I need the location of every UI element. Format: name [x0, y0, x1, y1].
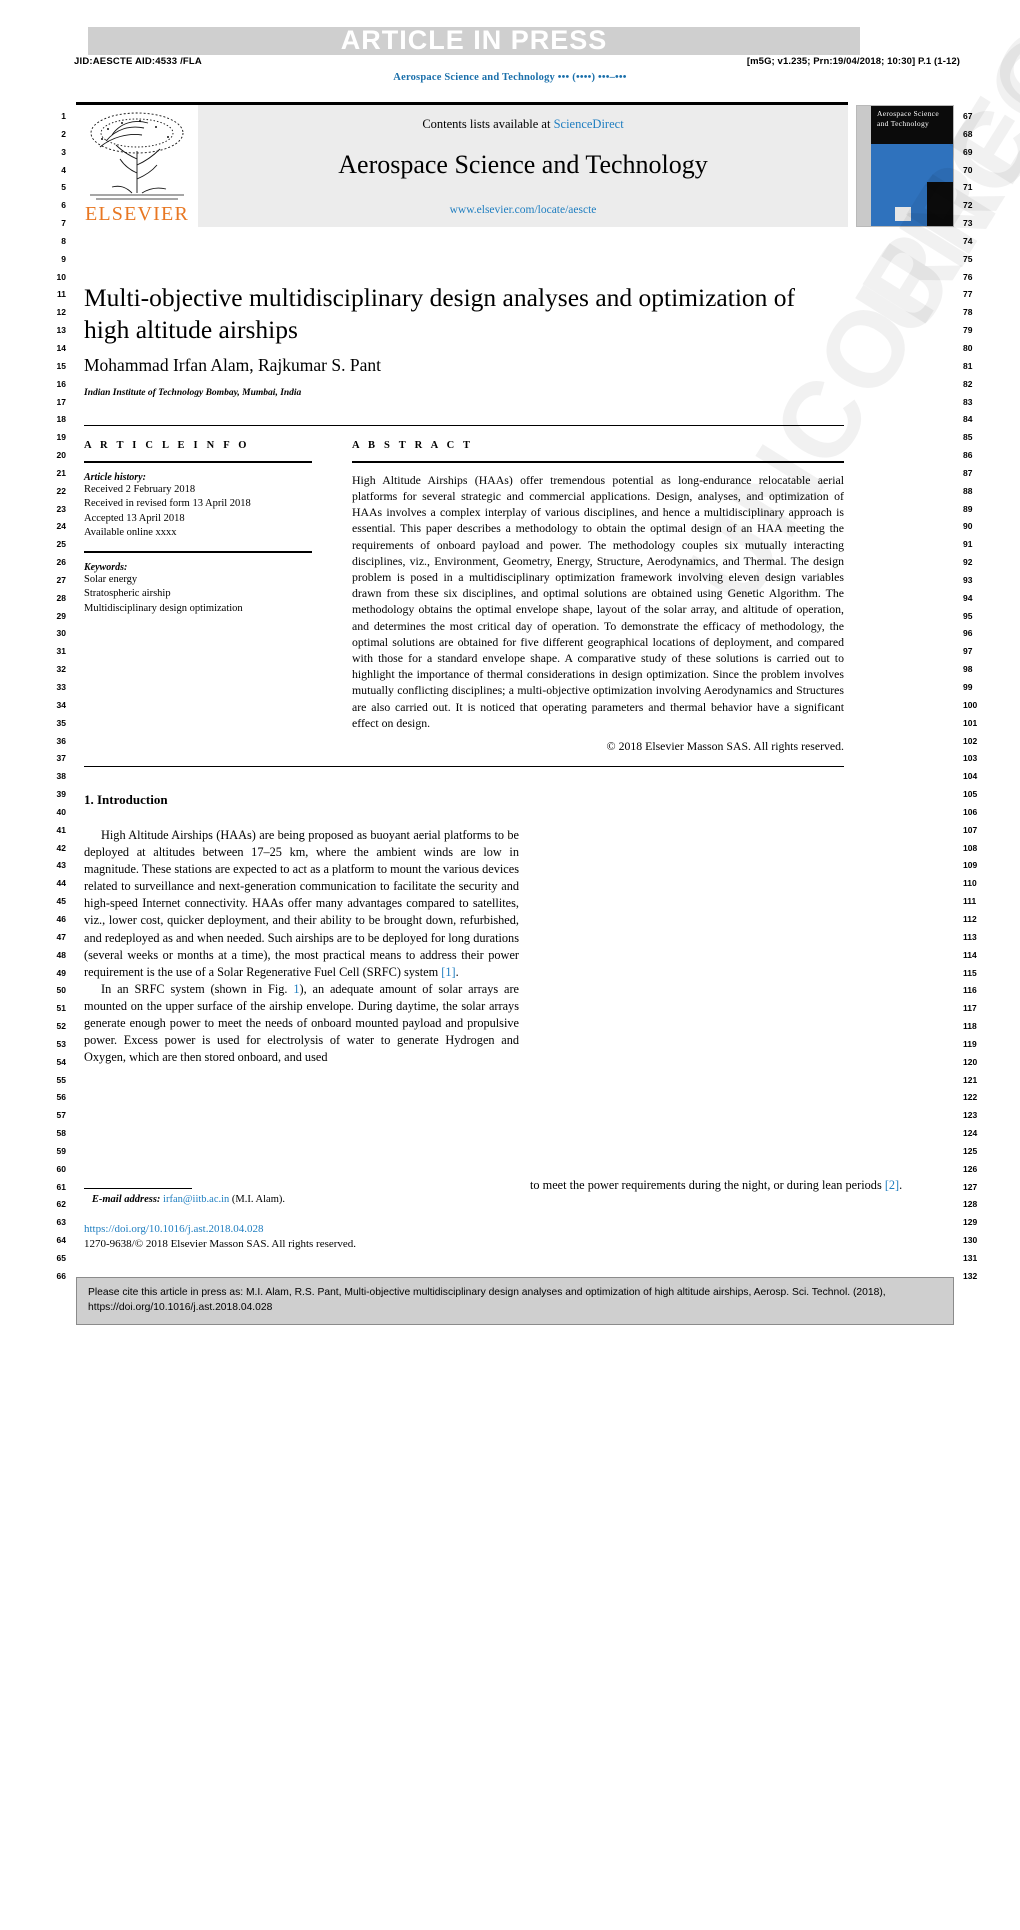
citation-ref-1[interactable]: [1] — [441, 965, 455, 979]
running-journal-title: Aerospace Science and Technology ••• (••… — [393, 72, 627, 83]
sciencedirect-link[interactable]: ScienceDirect — [554, 117, 624, 131]
article-history-label: Article history: — [84, 471, 146, 483]
abstract-column: A B S T R A C T High Altitude Airships (… — [352, 440, 844, 754]
article-info-heading: A R T I C L E I N F O — [84, 440, 250, 451]
footnote-suffix: (M.I. Alam). — [229, 1194, 285, 1205]
article-history-line: Accepted 13 April 2018 — [84, 512, 185, 524]
abstract-text: High Altitude Airships (HAAs) offer trem… — [352, 472, 844, 730]
info-top-rule — [84, 425, 844, 426]
paragraph-1: High Altitude Airships (HAAs) are being … — [84, 827, 519, 981]
footnote-email: E-mail address: irfan@iitb.ac.in (M.I. A… — [84, 1194, 519, 1205]
paragraph-3: to meet the power requirements during th… — [530, 1177, 960, 1194]
paragraph-3-end: . — [899, 1178, 903, 1192]
line-numbers-left: 1 2 3 4 5 6 7 8 9 10 11 12 13 14 15 16 17 18 19 20 21 22 23 24 2… — [56, 111, 66, 1281]
body-column-left: 1. Introduction High Altitude Airships (… — [84, 792, 519, 1066]
paragraph-2: In an SRFC system (shown in Fig. 1), an … — [84, 981, 519, 1066]
cover-blue-block-2 — [927, 144, 953, 182]
doi-link[interactable]: https://doi.org/10.1016/j.ast.2018.04.02… — [84, 1222, 519, 1237]
contents-prefix: Contents lists available at — [422, 117, 554, 131]
keywords-rule — [84, 550, 312, 553]
keywords-label: Keywords: — [84, 561, 128, 573]
article-history-line: Received 2 February 2018 — [84, 483, 196, 495]
journal-cover-thumbnail: Aerospace Science and Technology — [856, 105, 954, 227]
journal-title: Aerospace Science and Technology — [338, 150, 708, 179]
line-numbers-right: 67 68 69 70 71 72 73 74 75 76 77 78 79 80 81 82 83 84 85 86… — [963, 111, 978, 1281]
info-bottom-rule — [84, 766, 844, 767]
keyword-item: Solar energy — [84, 573, 138, 585]
email-link[interactable]: irfan@iitb.ac.in — [163, 1194, 229, 1205]
abstract-heading: A B S T R A C T — [352, 440, 474, 451]
author-list: Mohammad Irfan Alam, Rajkumar S. Pant — [84, 355, 381, 375]
article-info-rule — [84, 461, 312, 463]
keyword-item: Multidisciplinary design optimization — [84, 602, 243, 614]
paragraph-1-text: High Altitude Airships (HAAs) are being … — [84, 828, 519, 979]
contents-available-line: Contents lists available at ScienceDirec… — [198, 117, 848, 132]
masthead-panel: Contents lists available at ScienceDirec… — [198, 105, 848, 227]
journal-masthead: ELSEVIER Contents lists available at Sci… — [76, 105, 848, 227]
paragraph-1-end: . — [455, 964, 459, 979]
article-history-line: Available online xxxx — [84, 527, 177, 539]
paragraph-2-text-a: In an SRFC system (shown in Fig. — [101, 981, 294, 996]
doi-block: https://doi.org/10.1016/j.ast.2018.04.02… — [84, 1222, 519, 1252]
page-title: Multi-objective multidisciplinary design… — [84, 283, 796, 344]
article-history-line: Received in revised form 13 April 2018 — [84, 498, 251, 510]
cover-left-strip — [857, 106, 871, 226]
section-heading-introduction: 1. Introduction — [84, 792, 168, 807]
citation-ref-2[interactable]: [2] — [885, 1178, 899, 1192]
cover-elsevier-mark — [895, 207, 911, 221]
paper-page: UNCORRECTED PROOF UNCORRECTED PROOF ARTI… — [0, 0, 1020, 1351]
keyword-item: Stratospheric airship — [84, 588, 171, 600]
footnote-label: E-mail address: — [91, 1194, 161, 1205]
journal-url-link[interactable]: www.elsevier.com/locate/aescte — [198, 204, 848, 216]
footnote-rule — [84, 1188, 192, 1189]
article-in-press-label: ARTICLE IN PRESS — [340, 25, 608, 55]
cover-title-text: Aerospace Science and Technology — [877, 109, 939, 128]
affiliation: Indian Institute of Technology Bombay, M… — [84, 388, 302, 398]
abstract-rule — [352, 461, 844, 463]
article-info-column: A R T I C L E I N F O Article history: R… — [84, 440, 312, 616]
citation-footer: Please cite this article in press as: M.… — [76, 1277, 954, 1325]
abstract-copyright: © 2018 Elsevier Masson SAS. All rights r… — [606, 739, 844, 754]
issn-copyright-line: 1270-9638/© 2018 Elsevier Masson SAS. Al… — [84, 1238, 357, 1250]
jid-left-label: JID:AESCTE AID:4533 /FLA — [74, 56, 202, 67]
jid-right-label: [m5G; v1.235; Prn:19/04/2018; 10:30] P.1… — [746, 56, 960, 67]
elsevier-wordmark: ELSEVIER — [84, 203, 190, 225]
elsevier-logo: ELSEVIER — [76, 105, 198, 227]
paragraph-3-text: to meet the power requirements during th… — [530, 1178, 885, 1192]
elsevier-tree-icon — [90, 112, 184, 200]
